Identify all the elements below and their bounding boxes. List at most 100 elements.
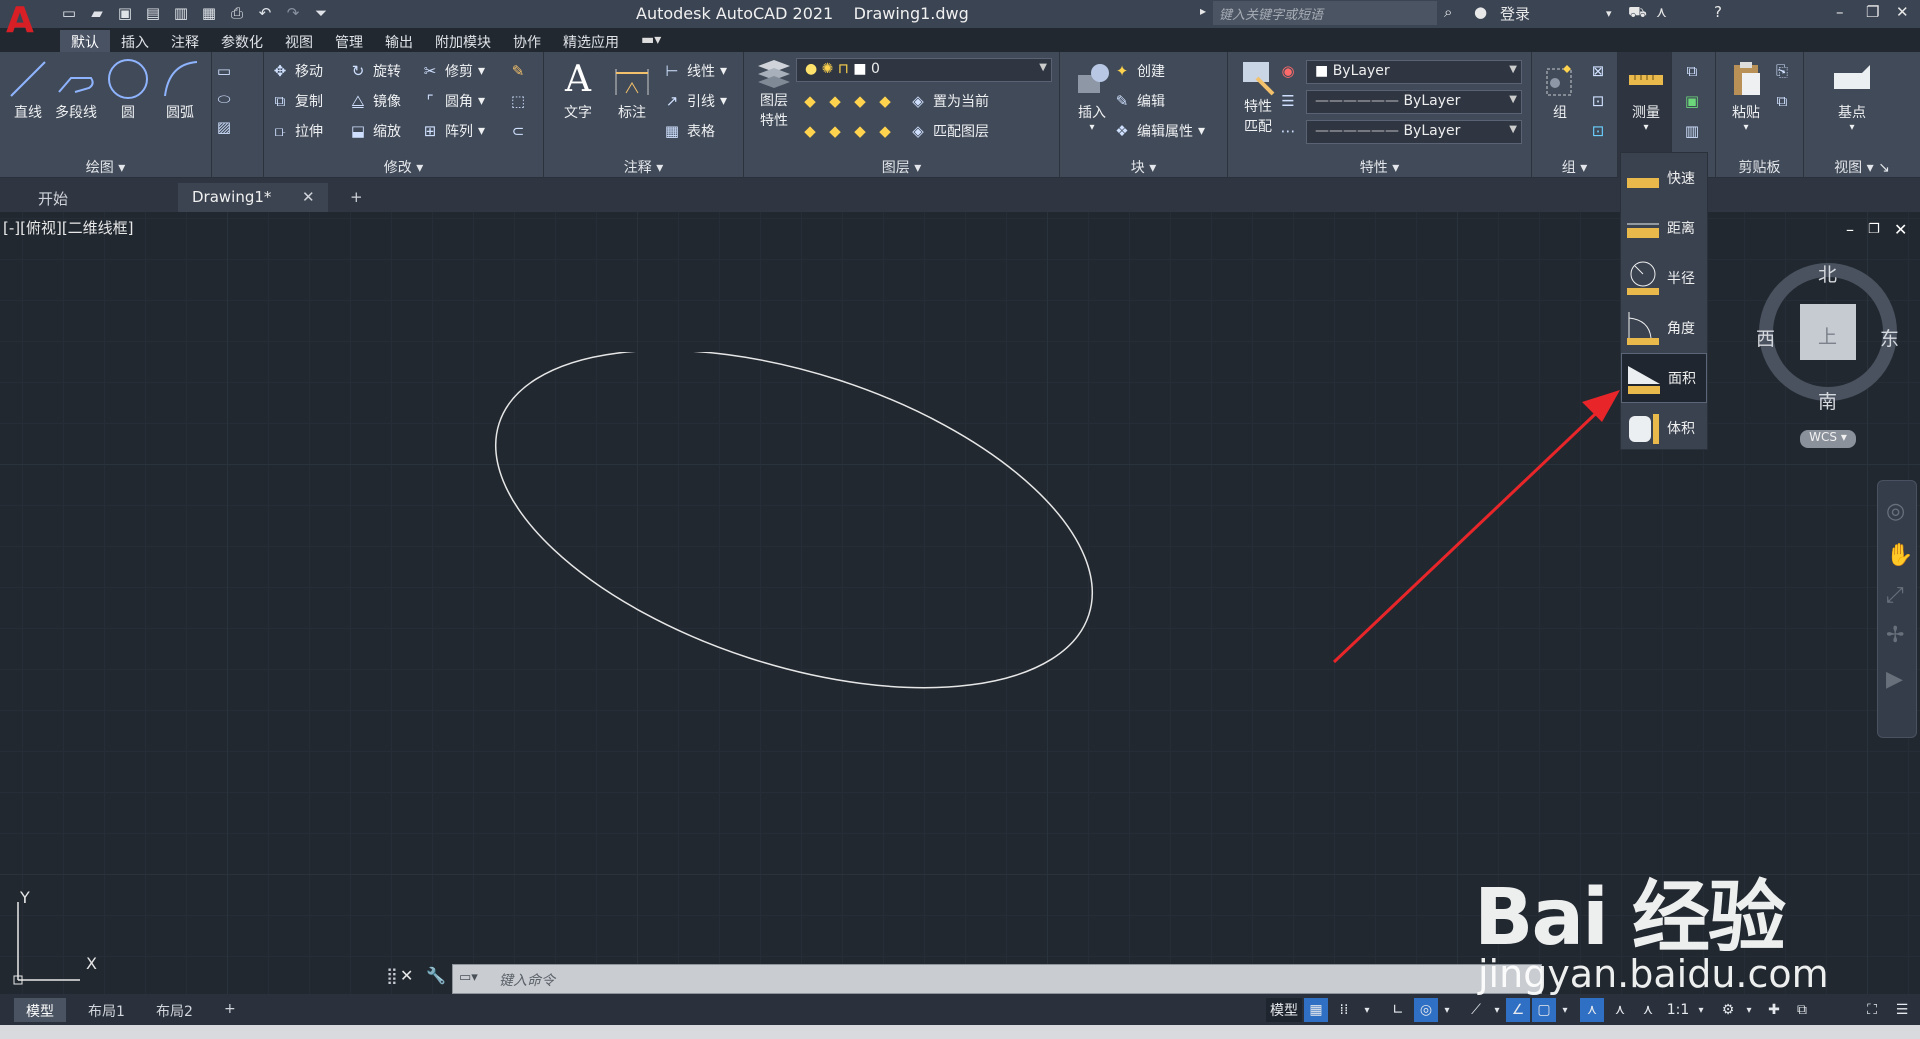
plot-preview-icon[interactable]: ▥ xyxy=(170,2,192,24)
clean-screen-icon[interactable]: ⛶ xyxy=(1860,998,1884,1022)
steering-wheel-icon[interactable]: ◎ xyxy=(1886,499,1905,524)
layers-panel-title[interactable]: 图层 ▾ xyxy=(744,154,1059,178)
edit-block-button[interactable]: ✎ 编辑 xyxy=(1112,88,1165,114)
measure-angle-item[interactable]: 角度 xyxy=(1621,303,1707,353)
group-panel-title[interactable]: 组 ▾ xyxy=(1532,154,1617,178)
viewport-close-icon[interactable]: ✕ xyxy=(1894,220,1907,239)
restore-icon[interactable]: ❐ xyxy=(1866,3,1879,21)
polar-dropdown-icon[interactable]: ▾ xyxy=(1440,998,1454,1022)
snap-dropdown-icon[interactable]: ▾ xyxy=(1360,998,1374,1022)
command-input[interactable]: 键入命令 xyxy=(499,970,555,990)
annotation-visibility-icon[interactable]: ⋏ xyxy=(1580,998,1604,1022)
array-button[interactable]: ⊞ 阵列 ▾ xyxy=(420,118,485,144)
properties-panel-title[interactable]: 特性 ▾ xyxy=(1228,154,1531,178)
undo-icon[interactable]: ↶ xyxy=(254,2,276,24)
group-select-icon[interactable]: ⊡ xyxy=(1588,118,1608,144)
move-button[interactable]: ✥ 移动 xyxy=(270,58,323,84)
lineweight-icon[interactable]: ☰ xyxy=(1278,88,1298,114)
recent-commands-icon[interactable]: ▭▾ xyxy=(459,970,478,985)
new-tab-button[interactable]: + xyxy=(342,183,371,212)
block-panel-title[interactable]: 块 ▾ xyxy=(1060,154,1227,178)
linear-button[interactable]: ⊢ 线性 ▾ xyxy=(662,58,727,84)
redo-icon[interactable]: ↷ xyxy=(282,2,304,24)
ribbon-display-toggle-icon[interactable]: ▬▾ xyxy=(630,30,672,52)
rectangle-tool[interactable]: ▭ xyxy=(214,58,234,84)
login-link[interactable]: 登录 xyxy=(1500,3,1530,24)
search-expand-icon[interactable]: ▸ xyxy=(1200,4,1206,18)
workspace-gear-icon[interactable]: ⚙ xyxy=(1716,998,1740,1022)
base-view-button[interactable]: 基点 ▾ xyxy=(1824,56,1880,133)
measure-distance-item[interactable]: 距离 xyxy=(1621,203,1707,253)
copy-clip-icon[interactable]: ⧉ xyxy=(1772,88,1792,114)
annotation-panel-title[interactable]: 注释 ▾ xyxy=(544,154,743,178)
hatch-tool[interactable]: ▨ xyxy=(214,114,234,140)
annotation-scale-value[interactable]: 1:1 xyxy=(1664,998,1692,1022)
viewport-controls-label[interactable]: [-][俯视][二维线框] xyxy=(3,217,134,238)
tab-insert[interactable]: 插入 xyxy=(110,30,160,52)
viewcube-west[interactable]: 西 xyxy=(1756,324,1775,351)
edit-attributes-button[interactable]: ❖ 编辑属性 ▾ xyxy=(1112,118,1205,144)
grid-icon[interactable]: ▦ xyxy=(1304,998,1328,1022)
save-icon[interactable]: ▣ xyxy=(114,2,136,24)
tab-start[interactable]: 开始 xyxy=(24,183,174,212)
ungroup-icon[interactable]: ⊠ xyxy=(1588,58,1608,84)
dimension-button[interactable]: 标注 xyxy=(604,56,660,122)
leader-button[interactable]: ↗ 引线 ▾ xyxy=(662,88,727,114)
pan-hand-icon[interactable]: ✋ xyxy=(1886,543,1913,568)
scale-dropdown-icon[interactable]: ▾ xyxy=(1694,998,1708,1022)
select-all-icon[interactable]: ▣ xyxy=(1682,88,1702,114)
annotation-monitor-icon[interactable]: ✚ xyxy=(1762,998,1786,1022)
ellipse-drawing[interactable] xyxy=(480,352,1120,692)
paste-button[interactable]: 粘贴 ▾ xyxy=(1718,56,1774,133)
rotate-button[interactable]: ↻ 旋转 xyxy=(348,58,401,84)
layer-dropdown[interactable]: ● ✺ ⊓ ■ 0 ▼ xyxy=(796,58,1052,82)
trim-button[interactable]: ✂ 修剪 ▾ xyxy=(420,58,485,84)
measure-radius-item[interactable]: 半径 xyxy=(1621,253,1707,303)
color-wheel-icon[interactable]: ◉ xyxy=(1278,58,1298,84)
object-snap-tracking-icon[interactable]: ∠ xyxy=(1506,998,1530,1022)
polyline-button[interactable]: 多段线 xyxy=(48,56,104,122)
scale-button[interactable]: ⬓ 缩放 xyxy=(348,118,401,144)
lineweight-dropdown[interactable]: —————— ByLayer ▼ xyxy=(1306,120,1522,144)
zoom-extents-icon[interactable]: ⤢ xyxy=(1886,583,1904,608)
offset-button[interactable]: ⊂ xyxy=(508,118,528,144)
viewcube-north[interactable]: 北 xyxy=(1818,260,1837,287)
layout-tab-model[interactable]: 模型 xyxy=(14,998,66,1022)
draw-panel-title[interactable]: 绘图 ▾ xyxy=(0,154,211,178)
viewport-minimize-icon[interactable]: – xyxy=(1846,220,1854,239)
circle-button[interactable]: 圆 xyxy=(100,56,156,122)
search-input[interactable]: 键入关键字或短语 xyxy=(1213,1,1437,25)
match-layer-button[interactable]: ◈ 匹配图层 xyxy=(908,118,989,144)
polar-tracking-icon[interactable]: ◎ xyxy=(1414,998,1438,1022)
cut-icon[interactable]: ⎘ xyxy=(1772,58,1792,84)
command-grip-icon[interactable]: ⣿ xyxy=(386,966,398,985)
customize-chevron-icon[interactable]: ⏷ xyxy=(310,2,332,24)
isodraft-icon[interactable]: ⟋ xyxy=(1464,998,1488,1022)
tab-addins[interactable]: 附加模块 xyxy=(424,30,502,52)
print-icon[interactable]: ⎙ xyxy=(226,2,248,24)
command-close-icon[interactable]: ✕ xyxy=(400,966,413,985)
tab-featured-apps[interactable]: 精选应用 xyxy=(552,30,630,52)
fillet-button[interactable]: ⌜ 圆角 ▾ xyxy=(420,88,485,114)
tab-manage[interactable]: 管理 xyxy=(324,30,374,52)
arc-button[interactable]: 圆弧 xyxy=(152,56,208,122)
stretch-button[interactable]: ⟥ 拉伸 xyxy=(270,118,323,144)
save-as-icon[interactable]: ▤ xyxy=(142,2,164,24)
autodesk-app-icon[interactable]: ⋏ xyxy=(1656,3,1667,21)
user-icon[interactable]: ● xyxy=(1474,3,1487,21)
osnap-dropdown-icon[interactable]: ▾ xyxy=(1558,998,1572,1022)
measure-button[interactable]: 测量 ▾ xyxy=(1618,56,1674,133)
set-current-button[interactable]: ◈ 置为当前 xyxy=(908,88,989,114)
customization-menu-icon[interactable]: ☰ xyxy=(1890,998,1914,1022)
create-block-button[interactable]: ✦ 创建 xyxy=(1112,58,1165,84)
linetype-icon[interactable]: ⋯ xyxy=(1278,118,1298,144)
ellipse-tool[interactable]: ⬭ xyxy=(214,86,234,112)
add-layout-icon[interactable]: + xyxy=(212,998,248,1022)
table-button[interactable]: ▦ 表格 xyxy=(662,118,715,144)
annotation-scale-icon[interactable]: ⋏ xyxy=(1636,998,1660,1022)
group-button[interactable]: 组 xyxy=(1532,56,1588,122)
wcs-menu-button[interactable]: WCS ▾ xyxy=(1800,430,1856,448)
view-panel-title[interactable]: 视图 ▾ ↘ xyxy=(1804,154,1920,178)
cart-icon[interactable]: ⛟ xyxy=(1628,3,1647,23)
minimize-icon[interactable]: – xyxy=(1836,3,1844,21)
